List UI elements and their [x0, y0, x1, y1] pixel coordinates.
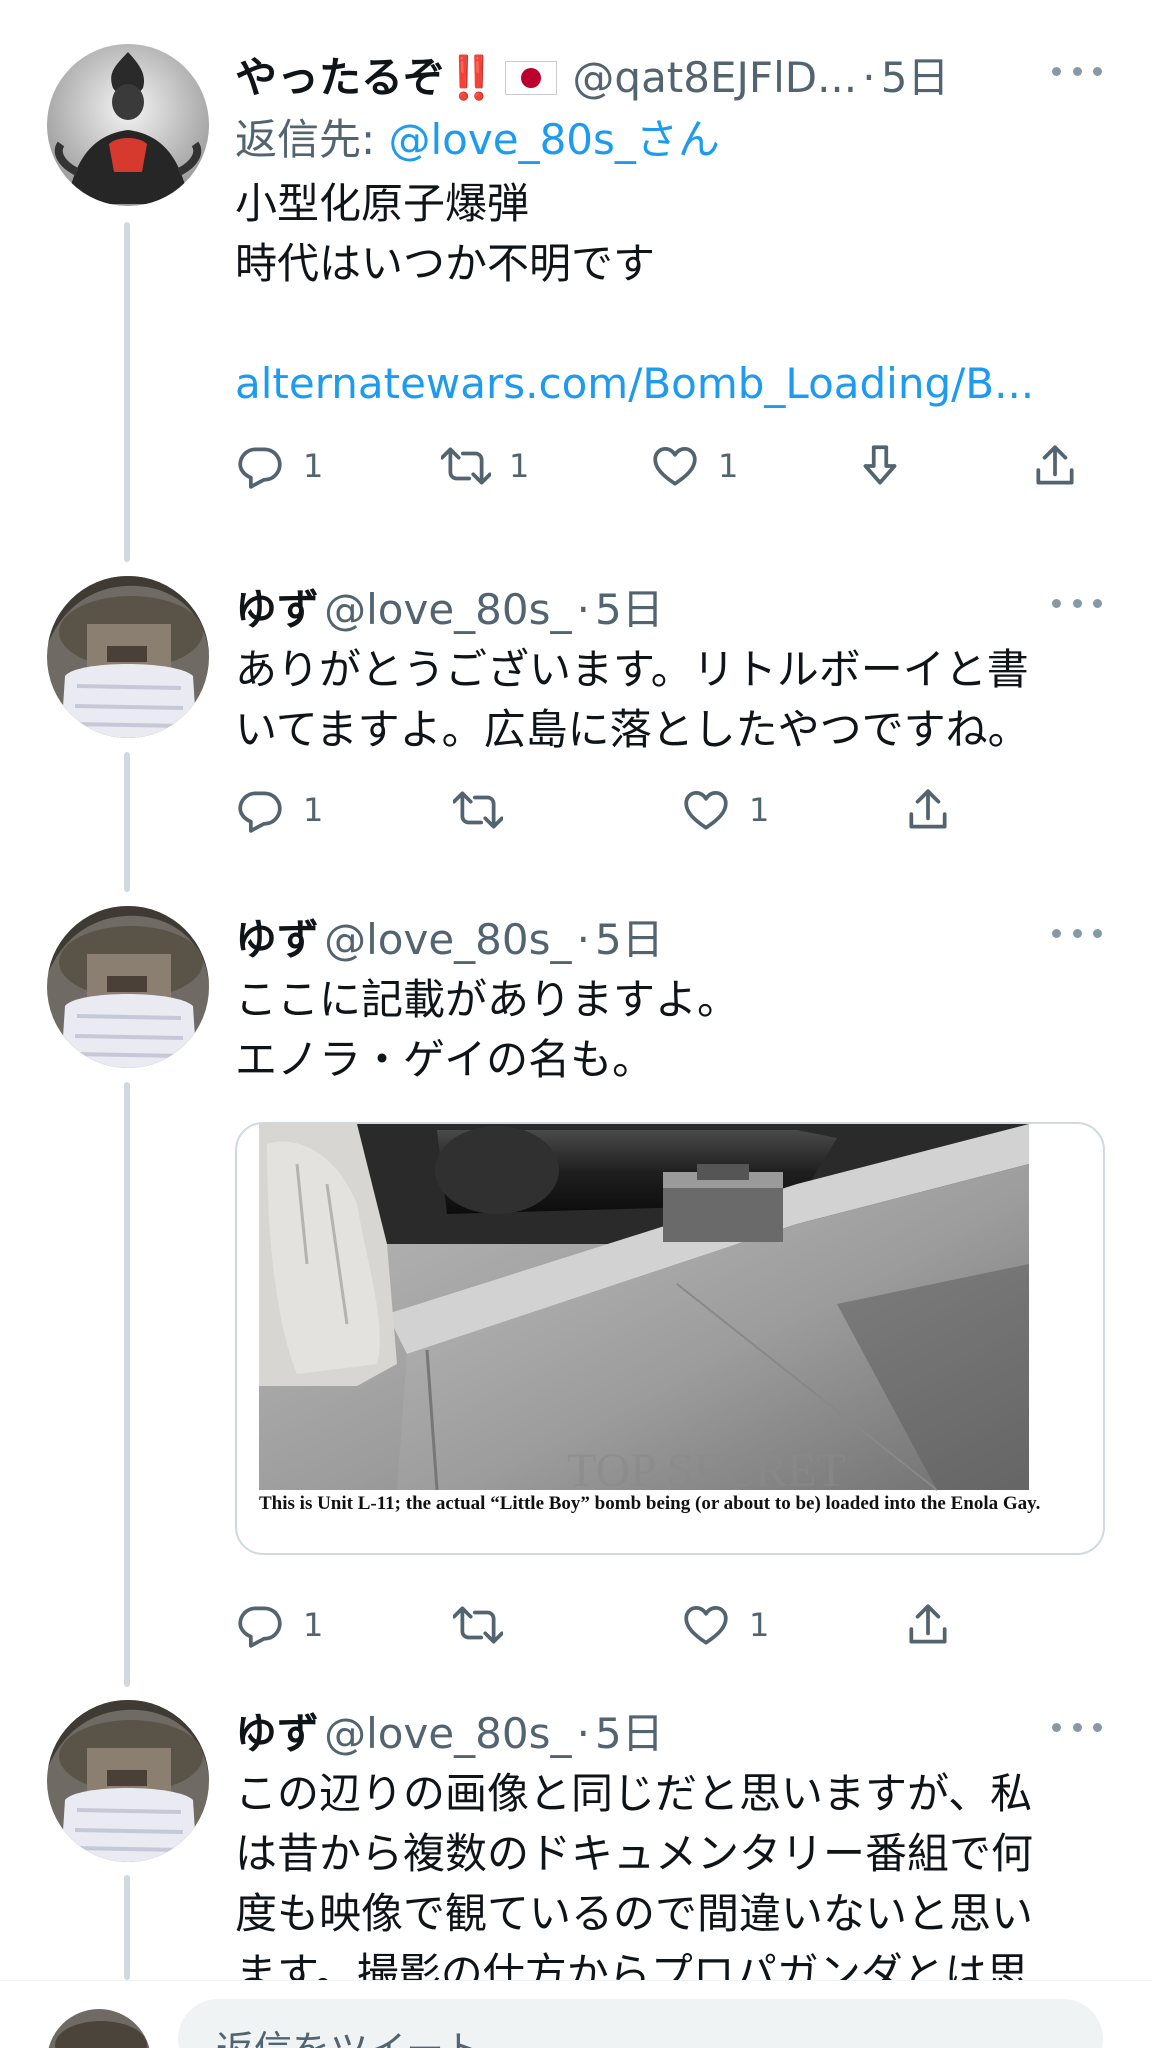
like-button[interactable]: 1 [681, 780, 769, 840]
retweet-icon [453, 791, 503, 829]
share-icon [909, 789, 947, 829]
media-caption: This is Unit L-11; the actual “Little Bo… [259, 1493, 1041, 1514]
tweet-text-line: は昔から複数のドキュメンタリー番組で何 [235, 1829, 1034, 1878]
tweet-text-line: この辺りの画像と同じだと思いますが、私 [235, 1769, 1033, 1818]
user-handle[interactable]: @qat8EJFlD... [572, 53, 857, 102]
thread-line [124, 1875, 130, 1980]
double-exclamation-emoji: ‼️ [445, 53, 497, 102]
avatar[interactable] [47, 906, 209, 1068]
tweet-header: ゆず @love_80s_ · 5日 [235, 1700, 1102, 1764]
timestamp[interactable]: 5日 [595, 915, 664, 964]
timestamp[interactable]: 5日 [881, 53, 950, 102]
share-button[interactable] [1030, 436, 1080, 496]
retweet-button[interactable]: 1 [441, 436, 529, 496]
tweet-text: ありがとうございます。リトルボーイと書 いてますよ。広島に落としたやつですね。 [235, 640, 1102, 760]
reply-icon [238, 447, 282, 489]
separator-dot: · [576, 915, 590, 964]
retweet-count: 1 [509, 447, 530, 485]
display-name[interactable]: ゆず [235, 585, 319, 634]
reply-button[interactable]: 1 [235, 780, 323, 840]
avatar[interactable] [47, 1700, 209, 1862]
share-icon [909, 1604, 947, 1644]
reply-composer-bar: 返信をツイート [0, 1980, 1152, 2048]
more-icon[interactable] [1052, 918, 1102, 948]
tweet-text: この辺りの画像と同じだと思いますが、私 は昔から複数のドキュメンタリー番組で何 … [235, 1764, 1102, 2004]
display-name[interactable]: やったるぞ [235, 53, 445, 102]
share-button[interactable] [903, 780, 953, 840]
timestamp[interactable]: 5日 [595, 585, 664, 634]
reply-to: 返信先: @love_80s_さん [235, 108, 1102, 172]
retweet-icon [441, 447, 491, 485]
tweet-thread: やったるぞ‼️ @qat8EJFlD... · 5日 返信先: @love_80… [0, 0, 1152, 2048]
reply-input-placeholder: 返信をツイート [216, 2019, 482, 2048]
reply-button[interactable]: 1 [235, 436, 323, 496]
tweet-actions: 1 1 1 [235, 436, 1102, 496]
separator-dot: · [576, 1709, 590, 1758]
reply-icon [238, 791, 282, 833]
tweet-text: ここに記載がありますよ。 エノラ・ゲイの名も。 [235, 970, 1102, 1090]
reply-input[interactable]: 返信をツイート [178, 1999, 1103, 2048]
like-button[interactable]: 1 [650, 436, 738, 496]
tweet-text-line: エノラ・ゲイの名も。 [235, 1035, 655, 1084]
thread-line [124, 222, 130, 562]
display-name[interactable]: ゆず [235, 915, 319, 964]
like-button[interactable]: 1 [681, 1595, 769, 1655]
reply-mention-link[interactable]: @love_80s_さん [389, 115, 720, 164]
tweet-text-line: 時代はいつか不明です [235, 239, 656, 288]
tweet-text-line: いてますよ。広島に落としたやつですね。 [235, 705, 1030, 754]
display-name[interactable]: ゆず [235, 1709, 319, 1758]
avatar[interactable] [47, 44, 209, 206]
like-icon [684, 1606, 728, 1645]
tweet-text-line: 度も映像で観ているので間違いないと思い [235, 1889, 1034, 1938]
user-handle[interactable]: @love_80s_ [324, 1709, 571, 1758]
like-count: 1 [749, 791, 770, 829]
tweet-text-line: ここに記載がありますよ。 [235, 975, 740, 1024]
media-attachment[interactable]: TOP SECRET This is Unit L-11; the actual… [235, 1122, 1105, 1555]
reply-button[interactable]: 1 [235, 1595, 323, 1655]
tweet-header: ゆず @love_80s_ · 5日 [235, 906, 1102, 970]
like-count: 1 [718, 447, 739, 485]
separator-dot: · [862, 53, 876, 102]
tweet-link[interactable]: alternatewars.com/Bomb_Loading/B... [235, 354, 1102, 414]
reply-count: 1 [303, 1606, 324, 1644]
user-handle[interactable]: @love_80s_ [324, 585, 571, 634]
like-icon [684, 791, 728, 830]
tweet-text: 小型化原子爆弾 時代はいつか不明です [235, 174, 1102, 294]
more-icon[interactable] [1052, 56, 1102, 86]
like-icon [653, 447, 697, 486]
tweet-text-line: 小型化原子爆弾 [235, 179, 530, 228]
reply-count: 1 [303, 447, 324, 485]
tweet-actions: 1 1 [235, 1595, 1102, 1655]
like-count: 1 [749, 1606, 770, 1644]
user-handle[interactable]: @love_80s_ [324, 915, 571, 964]
tweet-header: やったるぞ‼️ @qat8EJFlD... · 5日 [235, 44, 1102, 108]
reply-icon [238, 1606, 282, 1648]
my-avatar[interactable] [47, 2009, 151, 2048]
tweet-text-line: ありがとうございます。リトルボーイと書 [235, 645, 1029, 694]
thread-line [124, 1082, 130, 1687]
retweet-icon [453, 1606, 503, 1644]
share-button[interactable] [903, 1595, 953, 1655]
download-icon [863, 445, 897, 485]
more-icon[interactable] [1052, 1712, 1102, 1742]
reply-count: 1 [303, 791, 324, 829]
thread-line [124, 752, 130, 892]
retweet-button[interactable] [453, 1595, 503, 1655]
share-icon [1036, 445, 1074, 485]
retweet-button[interactable] [453, 780, 503, 840]
avatar[interactable] [47, 576, 209, 738]
download-button[interactable] [855, 436, 905, 496]
tweet-actions: 1 1 [235, 780, 1102, 840]
tweet-header: ゆず @love_80s_ · 5日 [235, 576, 1102, 640]
more-icon[interactable] [1052, 588, 1102, 618]
separator-dot: · [576, 585, 590, 634]
timestamp[interactable]: 5日 [595, 1709, 664, 1758]
japan-flag-icon [505, 61, 558, 95]
reply-to-label: 返信先: [235, 115, 376, 164]
